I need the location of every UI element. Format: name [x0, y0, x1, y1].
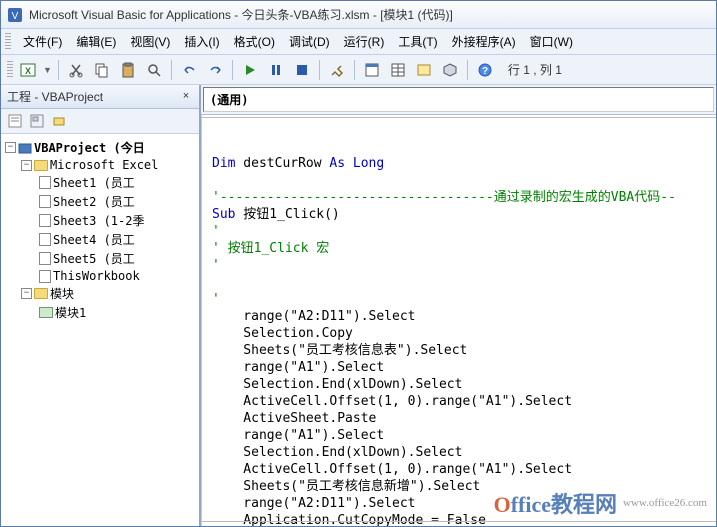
- collapse-icon[interactable]: −: [21, 288, 32, 299]
- cursor-position-status: 行 1 , 列 1: [508, 61, 562, 78]
- undo-button[interactable]: [178, 59, 200, 81]
- vba-app-icon: V: [7, 7, 23, 23]
- tree-excel-objects[interactable]: −Microsoft Excel: [3, 157, 197, 173]
- workbook-icon: [39, 270, 51, 283]
- find-button[interactable]: [143, 59, 165, 81]
- tree-sheet[interactable]: Sheet2 (员工: [3, 192, 197, 211]
- project-tree[interactable]: −VBAProject (今日 −Microsoft Excel Sheet1 …: [1, 134, 199, 526]
- project-explorer-button[interactable]: [361, 59, 383, 81]
- panel-toolbar: [1, 109, 199, 134]
- run-button[interactable]: [239, 59, 261, 81]
- worksheet-icon: [39, 195, 51, 208]
- redo-button[interactable]: [204, 59, 226, 81]
- view-code-button[interactable]: [5, 111, 25, 131]
- window-title: Microsoft Visual Basic for Applications …: [29, 6, 453, 23]
- tree-sheet[interactable]: Sheet1 (员工: [3, 173, 197, 192]
- worksheet-icon: [39, 252, 51, 265]
- help-button[interactable]: ?: [474, 59, 496, 81]
- copy-button[interactable]: [91, 59, 113, 81]
- svg-text:X: X: [25, 66, 31, 76]
- paste-button[interactable]: [117, 59, 139, 81]
- reset-button[interactable]: [291, 59, 313, 81]
- menu-view[interactable]: 视图(V): [124, 31, 176, 52]
- tree-sheet[interactable]: Sheet4 (员工: [3, 230, 197, 249]
- menu-addins[interactable]: 外接程序(A): [446, 31, 522, 52]
- collapse-icon[interactable]: −: [21, 160, 32, 171]
- toolbox-button[interactable]: [439, 59, 461, 81]
- toolbar: X ▼ ? 行 1 , 列 1: [1, 55, 716, 85]
- project-explorer-panel: 工程 - VBAProject × −VBAProject (今日 −Micro…: [1, 85, 201, 526]
- code-editor[interactable]: Dim destCurRow As Long '----------------…: [201, 115, 716, 526]
- menu-debug[interactable]: 调试(D): [283, 31, 336, 52]
- menu-insert[interactable]: 插入(I): [178, 31, 225, 52]
- properties-button[interactable]: [387, 59, 409, 81]
- folder-icon: [34, 288, 48, 299]
- titlebar: V Microsoft Visual Basic for Application…: [1, 1, 716, 29]
- menu-tools[interactable]: 工具(T): [392, 31, 443, 52]
- menu-file[interactable]: 文件(F): [17, 31, 68, 52]
- break-button[interactable]: [265, 59, 287, 81]
- tree-thisworkbook[interactable]: ThisWorkbook: [3, 268, 197, 284]
- menu-run[interactable]: 运行(R): [338, 31, 391, 52]
- menu-window[interactable]: 窗口(W): [524, 31, 579, 52]
- watermark: Office教程网 www.office26.com: [494, 487, 707, 519]
- tree-sheet[interactable]: Sheet5 (员工: [3, 249, 197, 268]
- toggle-folders-button[interactable]: [49, 111, 69, 131]
- menubar: 文件(F) 编辑(E) 视图(V) 插入(I) 格式(O) 调试(D) 运行(R…: [1, 29, 716, 55]
- project-icon: [18, 141, 32, 155]
- cut-button[interactable]: [65, 59, 87, 81]
- tree-modules-folder[interactable]: −模块: [3, 284, 197, 303]
- watermark-logo-icon: Office教程网: [494, 487, 617, 519]
- module-icon: [39, 307, 53, 318]
- view-excel-button[interactable]: X: [17, 59, 39, 81]
- object-browser-button[interactable]: [413, 59, 435, 81]
- tree-root[interactable]: −VBAProject (今日: [3, 138, 197, 157]
- dropdown-arrow-icon[interactable]: ▼: [43, 65, 52, 75]
- collapse-icon[interactable]: −: [5, 142, 16, 153]
- menu-edit[interactable]: 编辑(E): [70, 31, 122, 52]
- toolbar-grip-icon[interactable]: [7, 61, 13, 79]
- worksheet-icon: [39, 176, 51, 189]
- watermark-url: www.office26.com: [623, 497, 707, 509]
- folder-icon: [34, 160, 48, 171]
- svg-text:?: ?: [482, 66, 488, 77]
- close-panel-button[interactable]: ×: [179, 90, 193, 104]
- tree-sheet[interactable]: Sheet3 (1-2季: [3, 211, 197, 230]
- tree-module1[interactable]: 模块1: [3, 303, 197, 322]
- worksheet-icon: [39, 214, 51, 227]
- object-dropdown[interactable]: (通用): [203, 87, 714, 112]
- svg-text:V: V: [12, 11, 19, 22]
- toolbar-grip-icon[interactable]: [5, 33, 11, 51]
- menu-format[interactable]: 格式(O): [228, 31, 281, 52]
- code-pane: (通用) Dim destCurRow As Long '-----------…: [201, 85, 716, 526]
- worksheet-icon: [39, 233, 51, 246]
- design-mode-button[interactable]: [326, 59, 348, 81]
- panel-title: 工程 - VBAProject ×: [1, 85, 199, 109]
- view-object-button[interactable]: [27, 111, 47, 131]
